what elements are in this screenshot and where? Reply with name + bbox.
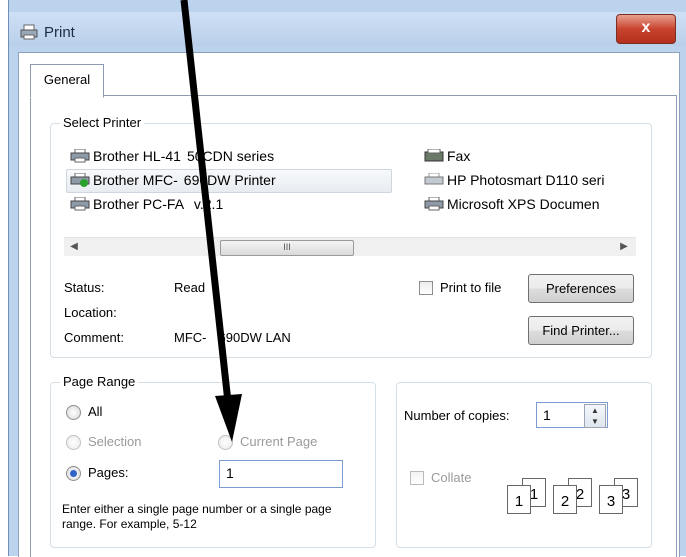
annotation-arrow — [180, 0, 242, 442]
